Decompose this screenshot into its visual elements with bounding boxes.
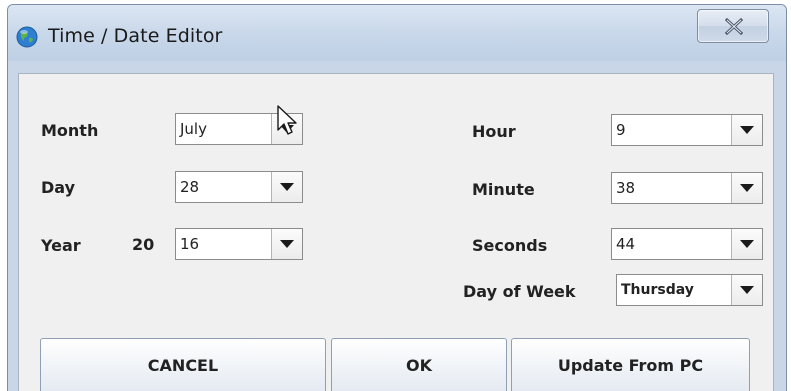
chevron-down-icon bbox=[740, 286, 754, 294]
month-dropdown-button[interactable] bbox=[271, 114, 302, 144]
chevron-down-icon bbox=[280, 240, 294, 248]
month-value: July bbox=[180, 120, 207, 138]
day-dropdown[interactable]: 28 bbox=[175, 171, 303, 203]
seconds-value: 44 bbox=[616, 235, 636, 253]
window-title: Time / Date Editor bbox=[48, 25, 223, 47]
ok-button[interactable]: OK bbox=[331, 338, 507, 391]
chevron-down-icon bbox=[740, 240, 754, 248]
globe-icon bbox=[16, 26, 38, 48]
seconds-dropdown-button[interactable] bbox=[731, 229, 762, 259]
day-of-week-value: Thursday bbox=[621, 282, 694, 298]
title-bar[interactable]: Time / Date Editor bbox=[8, 5, 786, 61]
hour-dropdown-button[interactable] bbox=[731, 115, 762, 145]
year-dropdown-button[interactable] bbox=[271, 229, 302, 259]
minute-label: Minute bbox=[472, 180, 535, 199]
editor-panel: Month July Day 28 Year 20 16 Hour 9 Minu… bbox=[18, 73, 774, 391]
hour-dropdown[interactable]: 9 bbox=[611, 114, 763, 146]
update-from-pc-button[interactable]: Update From PC bbox=[511, 338, 750, 391]
year-prefix: 20 bbox=[132, 235, 155, 254]
chevron-down-icon bbox=[740, 184, 754, 192]
chevron-down-icon bbox=[280, 125, 294, 133]
day-value: 28 bbox=[180, 178, 200, 196]
day-of-week-dropdown[interactable]: Thursday bbox=[616, 274, 763, 306]
month-dropdown[interactable]: July bbox=[175, 113, 303, 145]
year-dropdown[interactable]: 16 bbox=[175, 228, 303, 260]
day-of-week-label: Day of Week bbox=[463, 282, 576, 301]
chevron-down-icon bbox=[280, 183, 294, 191]
close-x-icon bbox=[725, 18, 743, 35]
minute-value: 38 bbox=[616, 179, 636, 197]
minute-dropdown-button[interactable] bbox=[731, 173, 762, 203]
day-dropdown-button[interactable] bbox=[271, 172, 302, 202]
year-value: 16 bbox=[180, 235, 200, 253]
minute-dropdown[interactable]: 38 bbox=[611, 172, 763, 204]
day-label: Day bbox=[41, 178, 76, 197]
close-button[interactable] bbox=[697, 9, 769, 43]
hour-value: 9 bbox=[616, 121, 626, 139]
month-label: Month bbox=[41, 121, 99, 140]
seconds-label: Seconds bbox=[472, 236, 548, 255]
seconds-dropdown[interactable]: 44 bbox=[611, 228, 763, 260]
time-date-editor-window: Time / Date Editor Month July Day 28 Yea… bbox=[7, 4, 787, 391]
day-of-week-dropdown-button[interactable] bbox=[731, 275, 762, 305]
chevron-down-icon bbox=[740, 126, 754, 134]
year-label: Year bbox=[41, 236, 81, 255]
cancel-button[interactable]: CANCEL bbox=[40, 338, 326, 391]
hour-label: Hour bbox=[472, 122, 516, 141]
